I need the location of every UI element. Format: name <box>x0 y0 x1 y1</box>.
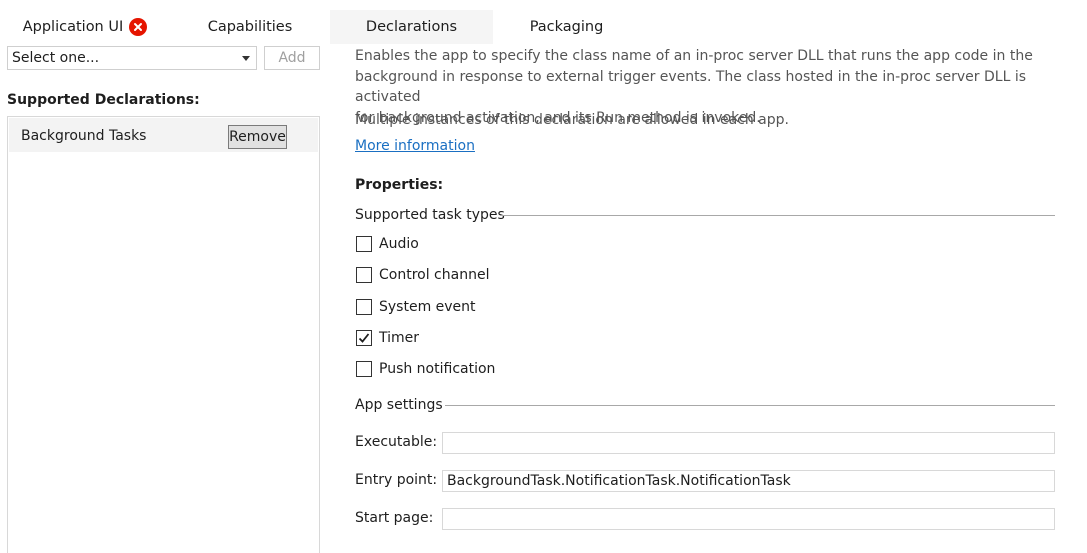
task-type-audio[interactable]: Audio <box>356 234 419 254</box>
description-line: Enables the app to specify the class nam… <box>355 48 1033 64</box>
start-page-field[interactable] <box>442 508 1055 530</box>
declarations-left-pane: Select one... Add Supported Declarations… <box>0 44 320 553</box>
checkbox-label: Push notification <box>379 361 496 377</box>
entry-point-label: Entry point: <box>355 472 438 488</box>
tab-label: Application UI <box>22 19 124 35</box>
checkbox-audio[interactable] <box>356 236 372 252</box>
group-divider <box>445 405 1055 406</box>
description-line: background in response to external trigg… <box>355 68 1027 106</box>
multiple-instances-note: Multiple instances of this declaration a… <box>355 112 789 128</box>
task-type-system-event[interactable]: System event <box>356 297 476 317</box>
checkbox-push-notification[interactable] <box>356 361 372 377</box>
remove-button[interactable]: Remove <box>228 125 287 149</box>
tab-capabilities[interactable]: Capabilities <box>170 10 330 44</box>
checkbox-label: System event <box>379 299 476 315</box>
declaration-details-pane: Enables the app to specify the class nam… <box>320 44 1087 553</box>
error-icon <box>129 18 148 36</box>
declaration-type-select[interactable]: Select one... <box>7 46 257 70</box>
entry-point-field[interactable]: BackgroundTask.NotificationTask.Notifica… <box>442 470 1055 492</box>
task-type-timer[interactable]: Timer <box>356 328 419 348</box>
tab-label: Packaging <box>529 19 604 35</box>
supported-declarations-list: Background Tasks Remove <box>7 116 320 553</box>
list-item[interactable]: Background Tasks Remove <box>9 118 318 152</box>
tab-declarations[interactable]: Declarations <box>330 10 493 44</box>
select-value: Select one... <box>12 50 100 66</box>
checkbox-label: Timer <box>379 330 420 346</box>
tab-strip: Application UI Capabilities Declarations… <box>0 0 1087 44</box>
tab-label: Declarations <box>365 19 458 35</box>
list-item-label: Background Tasks <box>21 128 147 144</box>
task-type-push-notification[interactable]: Push notification <box>356 359 495 379</box>
tab-packaging[interactable]: Packaging <box>493 10 640 44</box>
task-type-control-channel[interactable]: Control channel <box>356 265 489 285</box>
add-button[interactable]: Add <box>264 46 320 70</box>
app-settings-title: App settings <box>355 397 443 413</box>
checkbox-timer[interactable] <box>356 330 372 346</box>
tab-label: Capabilities <box>207 19 293 35</box>
more-information-link[interactable]: More information <box>355 138 475 154</box>
supported-task-types-title: Supported task types <box>355 207 505 223</box>
checkmark-icon <box>358 333 370 343</box>
group-divider <box>501 215 1055 216</box>
chevron-down-icon <box>242 56 250 61</box>
executable-label: Executable: <box>355 434 438 450</box>
supported-declarations-heading: Supported Declarations: <box>7 92 200 108</box>
checkbox-control-channel[interactable] <box>356 267 372 283</box>
executable-field[interactable] <box>442 432 1055 454</box>
tab-application-ui[interactable]: Application UI <box>0 10 170 44</box>
checkbox-label: Control channel <box>379 267 490 283</box>
start-page-label: Start page: <box>355 510 434 526</box>
checkbox-system-event[interactable] <box>356 299 372 315</box>
properties-heading: Properties: <box>355 177 444 193</box>
checkbox-label: Audio <box>379 236 419 252</box>
